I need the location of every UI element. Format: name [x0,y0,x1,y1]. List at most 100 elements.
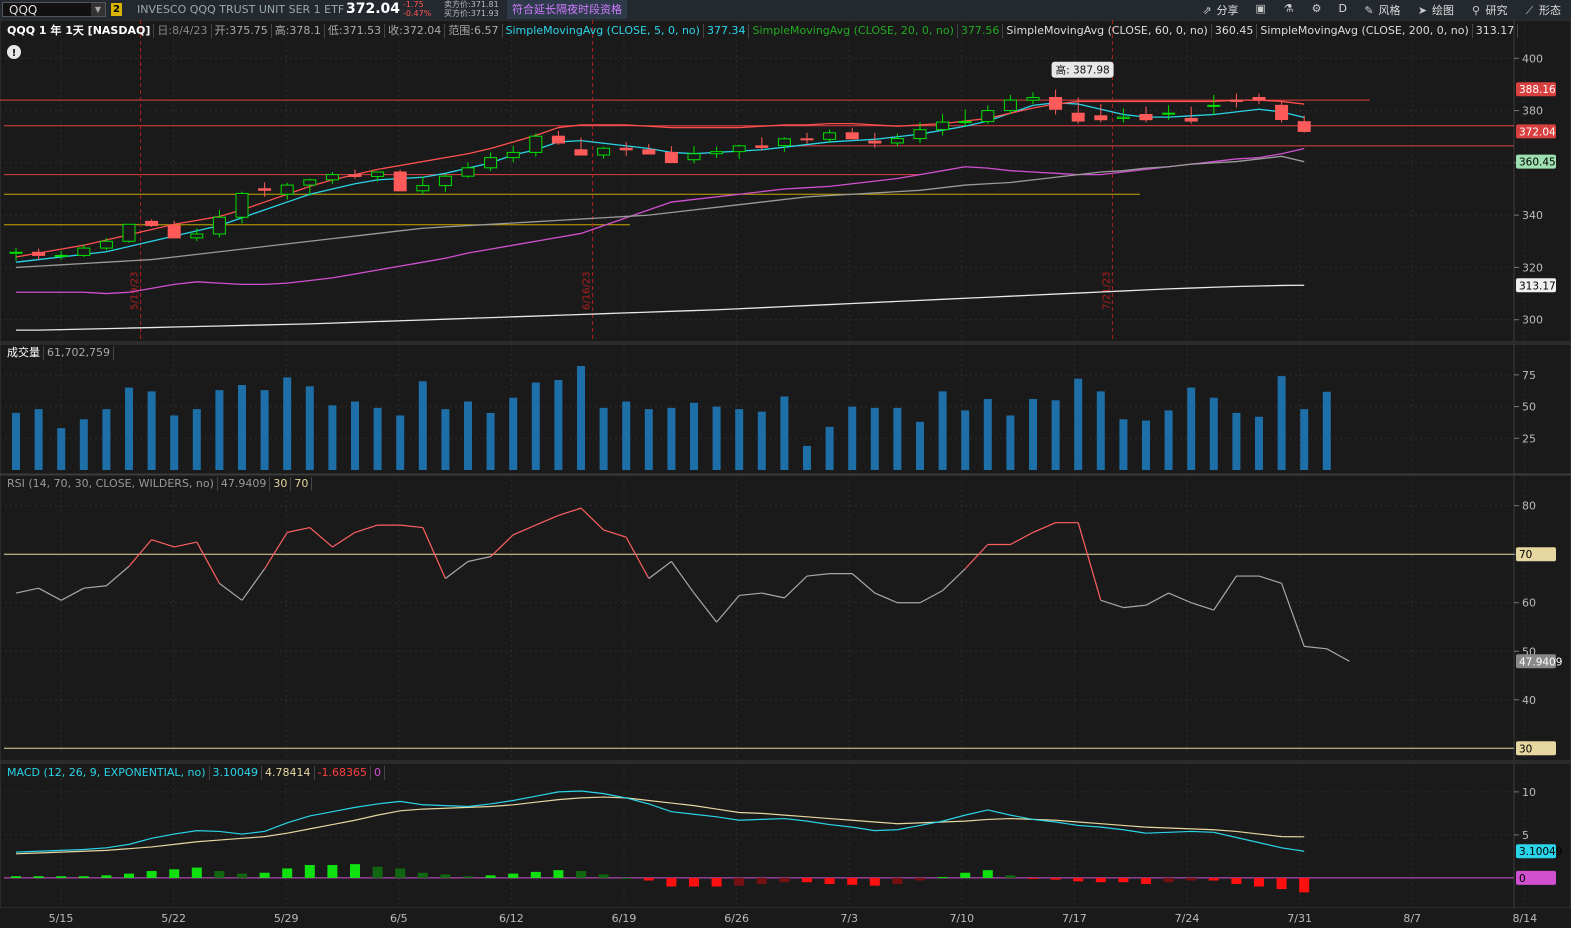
chevron-down-icon[interactable]: ▼ [91,3,105,16]
macd-histogram-bar [666,877,677,887]
volume-header: 成交量 61,702,759 [4,346,114,360]
price-change: -1.75 -0.47% [403,0,431,18]
macd-zero: 0 [371,766,385,780]
volume-bar [125,387,133,470]
candle-body [551,135,565,144]
rsi-title[interactable]: RSI (14, 70, 30, CLOSE, WILDERS, no) [4,477,218,491]
macd-histogram-bar [1095,877,1106,883]
macd-histogram-bar [1141,877,1151,884]
volume-bar [803,445,811,470]
volume-bar [215,390,224,470]
macd-histogram-bar [892,877,903,884]
macd-histogram-bar [869,877,880,886]
sma5-label[interactable]: SimpleMovingAvg (CLOSE, 5, 0, no) [503,24,704,38]
volume-bar [1006,415,1015,470]
macd-histogram-bar [463,876,473,878]
macd-histogram-bar [33,876,44,878]
x-tick-label: 8/14 [1512,912,1537,925]
rsi-ob: 70 [291,477,313,491]
sma20-label[interactable]: SimpleMovingAvg (CLOSE, 20, 0, no) [749,24,958,38]
candle-body [1116,116,1130,119]
candle-body [1275,104,1289,120]
macd-value: 3.10049 [210,766,263,780]
candle-body [958,121,972,124]
candle-body [1071,112,1085,122]
tool-button-1[interactable]: ▣ [1255,2,1267,18]
volume-bar [373,407,382,470]
panel-vol [0,343,1515,475]
volume-bar [1232,412,1241,470]
macd-histogram-bar [259,872,270,878]
candle-body [777,138,791,147]
tool-button-0[interactable]: ⇗ 分享 [1201,2,1238,18]
candle-body [529,135,543,153]
macd-title[interactable]: MACD (12, 26, 9, EXPONENTIAL, no) [4,766,210,780]
volume-bar [848,406,857,470]
candle-body [1184,117,1198,122]
volume-bar [464,401,472,470]
macd-histogram-bar [756,877,767,884]
tool-button-8[interactable]: ⟋ 形态 [1524,2,1561,18]
ohlc-open: 开:375.75 [212,24,272,38]
change-percent: -0.47% [403,9,432,18]
candle-body [77,247,91,256]
volume-bar [644,409,653,470]
macd-histogram-bar [237,873,247,878]
macd-histogram-bar [734,877,745,886]
rsi-value-tag-label: 47.9409 [1519,656,1562,668]
candle-body [506,151,520,159]
volume-bar [1029,398,1037,470]
sma200-label[interactable]: SimpleMovingAvg (CLOSE, 200, 0, no) [1257,24,1473,38]
tool-button-2[interactable]: ⚗ [1283,2,1295,18]
tool-button-3[interactable]: ⚙ [1311,2,1323,18]
tool-button-7[interactable]: ⚲ 研究 [1470,2,1508,18]
candle-body [619,147,633,151]
symbol-input[interactable]: QQQ ▼ [2,2,106,17]
chart-title: QQQ 1 年 1天 [NASDAQ] [4,24,155,38]
candle-body [642,149,656,155]
macd-histogram-bar [1208,877,1219,881]
macd-histogram-bar [440,874,451,878]
x-tick-label: 6/19 [612,912,637,925]
candle-body [1049,97,1063,110]
candle-body [1229,99,1243,102]
macd-histogram-bar [395,868,406,878]
sma60-value: 360.45 [1212,24,1258,38]
chart-canvas[interactable]: 5/19/23 6/16/23 7/21/23 5/15 5/22 5/29 6/5 6/1… [0,20,1571,928]
gear-icon: ⚙ [1311,2,1322,15]
volume-bar [757,411,766,470]
volume-bar [667,407,676,470]
volume-bar [599,407,608,470]
tool-button-4[interactable]: D [1339,2,1347,18]
rsi-tick-label: 40 [1522,694,1536,707]
volume-bar [79,419,88,470]
x-tick-label: 6/12 [499,912,524,925]
volume-bar [622,401,631,470]
book-icon: ▣ [1255,2,1266,15]
volume-title[interactable]: 成交量 [4,346,44,360]
sma200-tag-label: 313.17 [1519,280,1556,292]
candle-body [687,153,701,161]
price-tick-label: 340 [1522,209,1543,222]
volume-bar [351,401,359,470]
price-tick-label: 400 [1522,52,1543,65]
panel-price [0,20,1515,343]
ohlc-high: 高:378.1 [272,24,325,38]
sma60-label[interactable]: SimpleMovingAvg (CLOSE, 60, 0, no) [1003,24,1212,38]
x-tick-label: 7/10 [949,912,974,925]
macd-histogram-bar [1231,877,1242,884]
ext-hours-badge[interactable]: 符合延长隔夜时段资格 [507,0,627,19]
macd-histogram-bar [1186,877,1197,881]
candle-body [1207,104,1221,107]
ohlc-low: 低:371.53 [325,24,386,38]
candle-body [845,132,859,140]
volume-bar [1096,391,1105,470]
tool-button-6[interactable]: ➤ 绘图 [1417,2,1454,18]
tool-button-5[interactable]: ✎ 风格 [1363,2,1400,18]
volume-bar [34,409,43,470]
link-badge[interactable]: 2 [111,3,122,16]
x-tick-label: 8/7 [1403,912,1421,925]
candle-body [145,220,159,227]
macd-histogram-bar [1073,877,1084,882]
volume-bar [893,407,902,470]
